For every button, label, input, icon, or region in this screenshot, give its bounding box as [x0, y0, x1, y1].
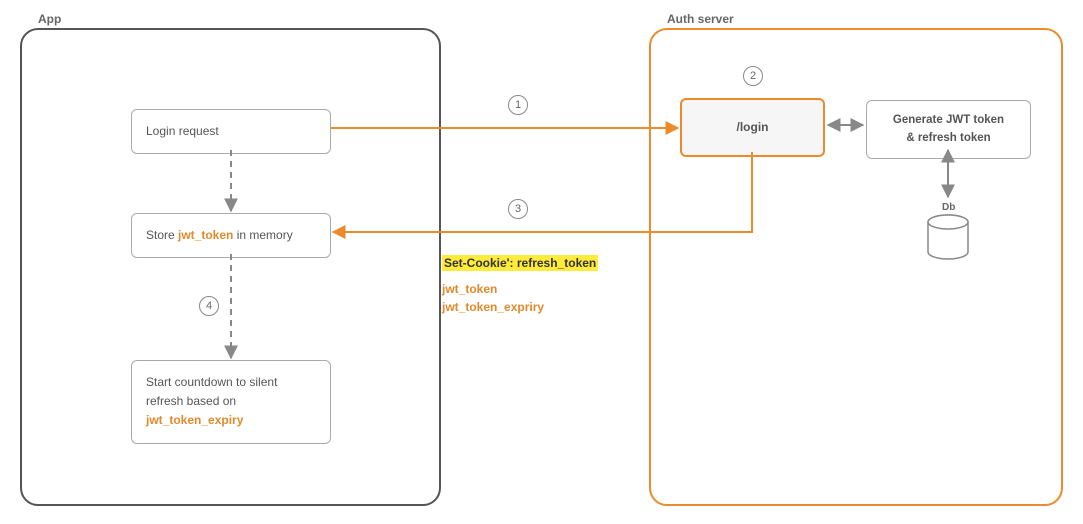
db-label: Db	[942, 202, 955, 213]
countdown-l1: Start countdown to silent	[146, 373, 316, 392]
cookie-label: Set-Cookie': refresh_token	[442, 255, 598, 271]
response-labels: Set-Cookie': refresh_token jwt_token jwt…	[442, 254, 598, 316]
node-login-request: Login request	[131, 109, 331, 154]
node-countdown: Start countdown to silent refresh based …	[131, 360, 331, 444]
step-4: 4	[199, 296, 219, 316]
step-1: 1	[508, 95, 528, 115]
generate-l1: Generate JWT token	[877, 111, 1020, 129]
node-generate-token: Generate JWT token & refresh token	[866, 100, 1031, 159]
node-login-request-text: Login request	[146, 124, 219, 138]
store-pre: Store	[146, 228, 178, 242]
node-login-endpoint: /login	[680, 98, 825, 157]
auth-frame-title: Auth server	[667, 12, 734, 26]
app-frame-title: App	[38, 12, 61, 26]
login-endpoint-text: /login	[737, 120, 769, 134]
body-l1: jwt_token	[442, 280, 598, 298]
step-3: 3	[508, 199, 528, 219]
store-token: jwt_token	[178, 228, 233, 242]
body-l2: jwt_token_expriry	[442, 298, 598, 316]
node-store-token: Store jwt_token in memory	[131, 213, 331, 258]
countdown-l2: refresh based on	[146, 392, 316, 411]
countdown-token: jwt_token_expiry	[146, 411, 316, 430]
step-2: 2	[743, 66, 763, 86]
store-post: in memory	[233, 228, 292, 242]
generate-l2: & refresh token	[877, 129, 1020, 147]
